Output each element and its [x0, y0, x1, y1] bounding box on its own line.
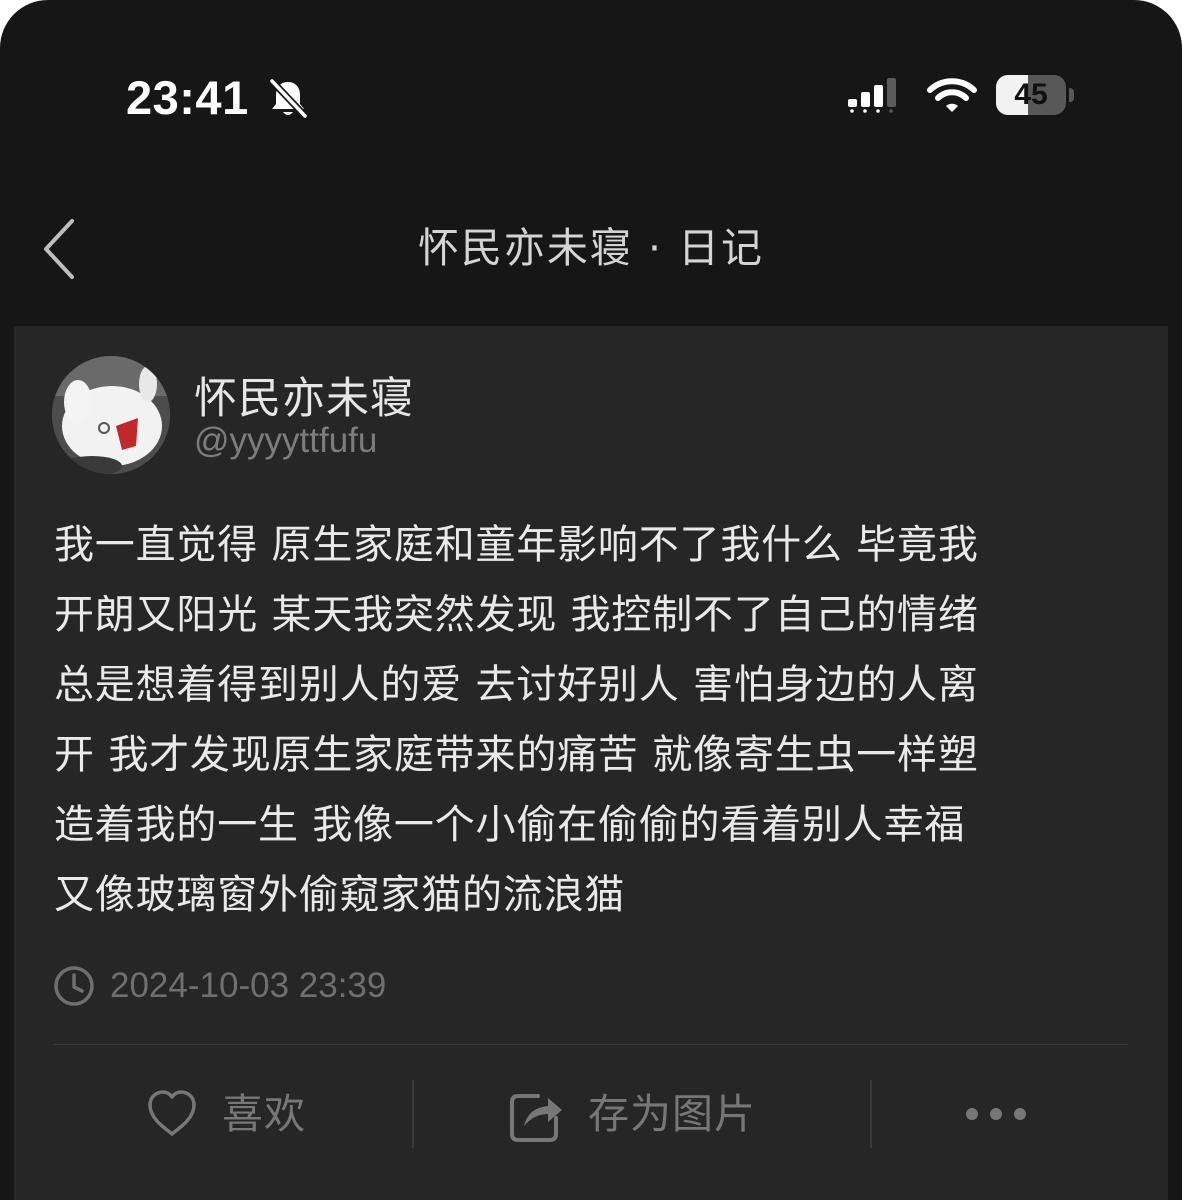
- post-card: 怀民亦未寝 @yyyyttfufu 我一直觉得 原生家庭和童年影响不了我什么 毕…: [14, 326, 1168, 1200]
- status-bar: 23:41 45: [0, 0, 1182, 190]
- action-separator: [412, 1080, 414, 1148]
- save-as-image-button[interactable]: 存为图片: [508, 1066, 828, 1162]
- avatar-image: [52, 356, 170, 474]
- battery-indicator: 45: [996, 75, 1076, 115]
- author-handle: @yyyyttfufu: [194, 421, 378, 460]
- wifi-icon: [927, 78, 977, 112]
- battery-nub: [1069, 88, 1074, 102]
- clock-icon: [54, 966, 94, 1006]
- post-line: 总是想着得到别人的爱 去讨好别人 害怕身边的人离: [54, 662, 979, 708]
- battery-percent: 45: [1014, 78, 1048, 111]
- post-line: 我一直觉得 原生家庭和童年影响不了我什么 毕竟我: [54, 522, 979, 568]
- battery-body: 45: [996, 75, 1066, 115]
- nav-bar: 怀民亦未寝 · 日记: [0, 190, 1182, 310]
- cellular-signal-icon: [848, 78, 896, 113]
- save-as-image-label: 存为图片: [588, 1090, 756, 1138]
- status-time: 23:41: [126, 71, 249, 124]
- post-line: 开朗又阳光 某天我突然发现 我控制不了自己的情绪: [54, 592, 979, 638]
- post-line: 造着我的一生 我像一个小偷在偷偷的看着别人幸福: [54, 802, 966, 848]
- phone-screen: 23:41 45 怀民亦未寝 · 日记 怀民亦未寝 @yyyyttfufu 我一…: [0, 0, 1182, 1200]
- divider: [54, 1044, 1128, 1045]
- post-timestamp: 2024-10-03 23:39: [110, 966, 387, 1005]
- post-body: 我一直觉得 原生家庭和童年影响不了我什么 毕竟我 开朗又阳光 某天我突然发现 我…: [54, 510, 1124, 930]
- heart-icon: [148, 1090, 196, 1136]
- action-separator: [870, 1080, 872, 1148]
- post-line: 又像玻璃窗外偷窥家猫的流浪猫: [54, 872, 626, 918]
- more-dots-icon: [966, 1108, 1026, 1120]
- more-button[interactable]: [952, 1066, 1052, 1162]
- post-line: 开 我才发现原生家庭带来的痛苦 就像寄生虫一样塑: [54, 732, 979, 778]
- bell-slash-icon: [268, 77, 309, 120]
- page-title: 怀民亦未寝 · 日记: [417, 224, 765, 272]
- share-square-icon: [510, 1094, 562, 1142]
- like-label: 喜欢: [222, 1090, 306, 1138]
- author-name[interactable]: 怀民亦未寝: [194, 364, 414, 426]
- like-button[interactable]: 喜欢: [144, 1066, 424, 1162]
- avatar[interactable]: [52, 356, 170, 474]
- chevron-left-icon[interactable]: [38, 217, 82, 281]
